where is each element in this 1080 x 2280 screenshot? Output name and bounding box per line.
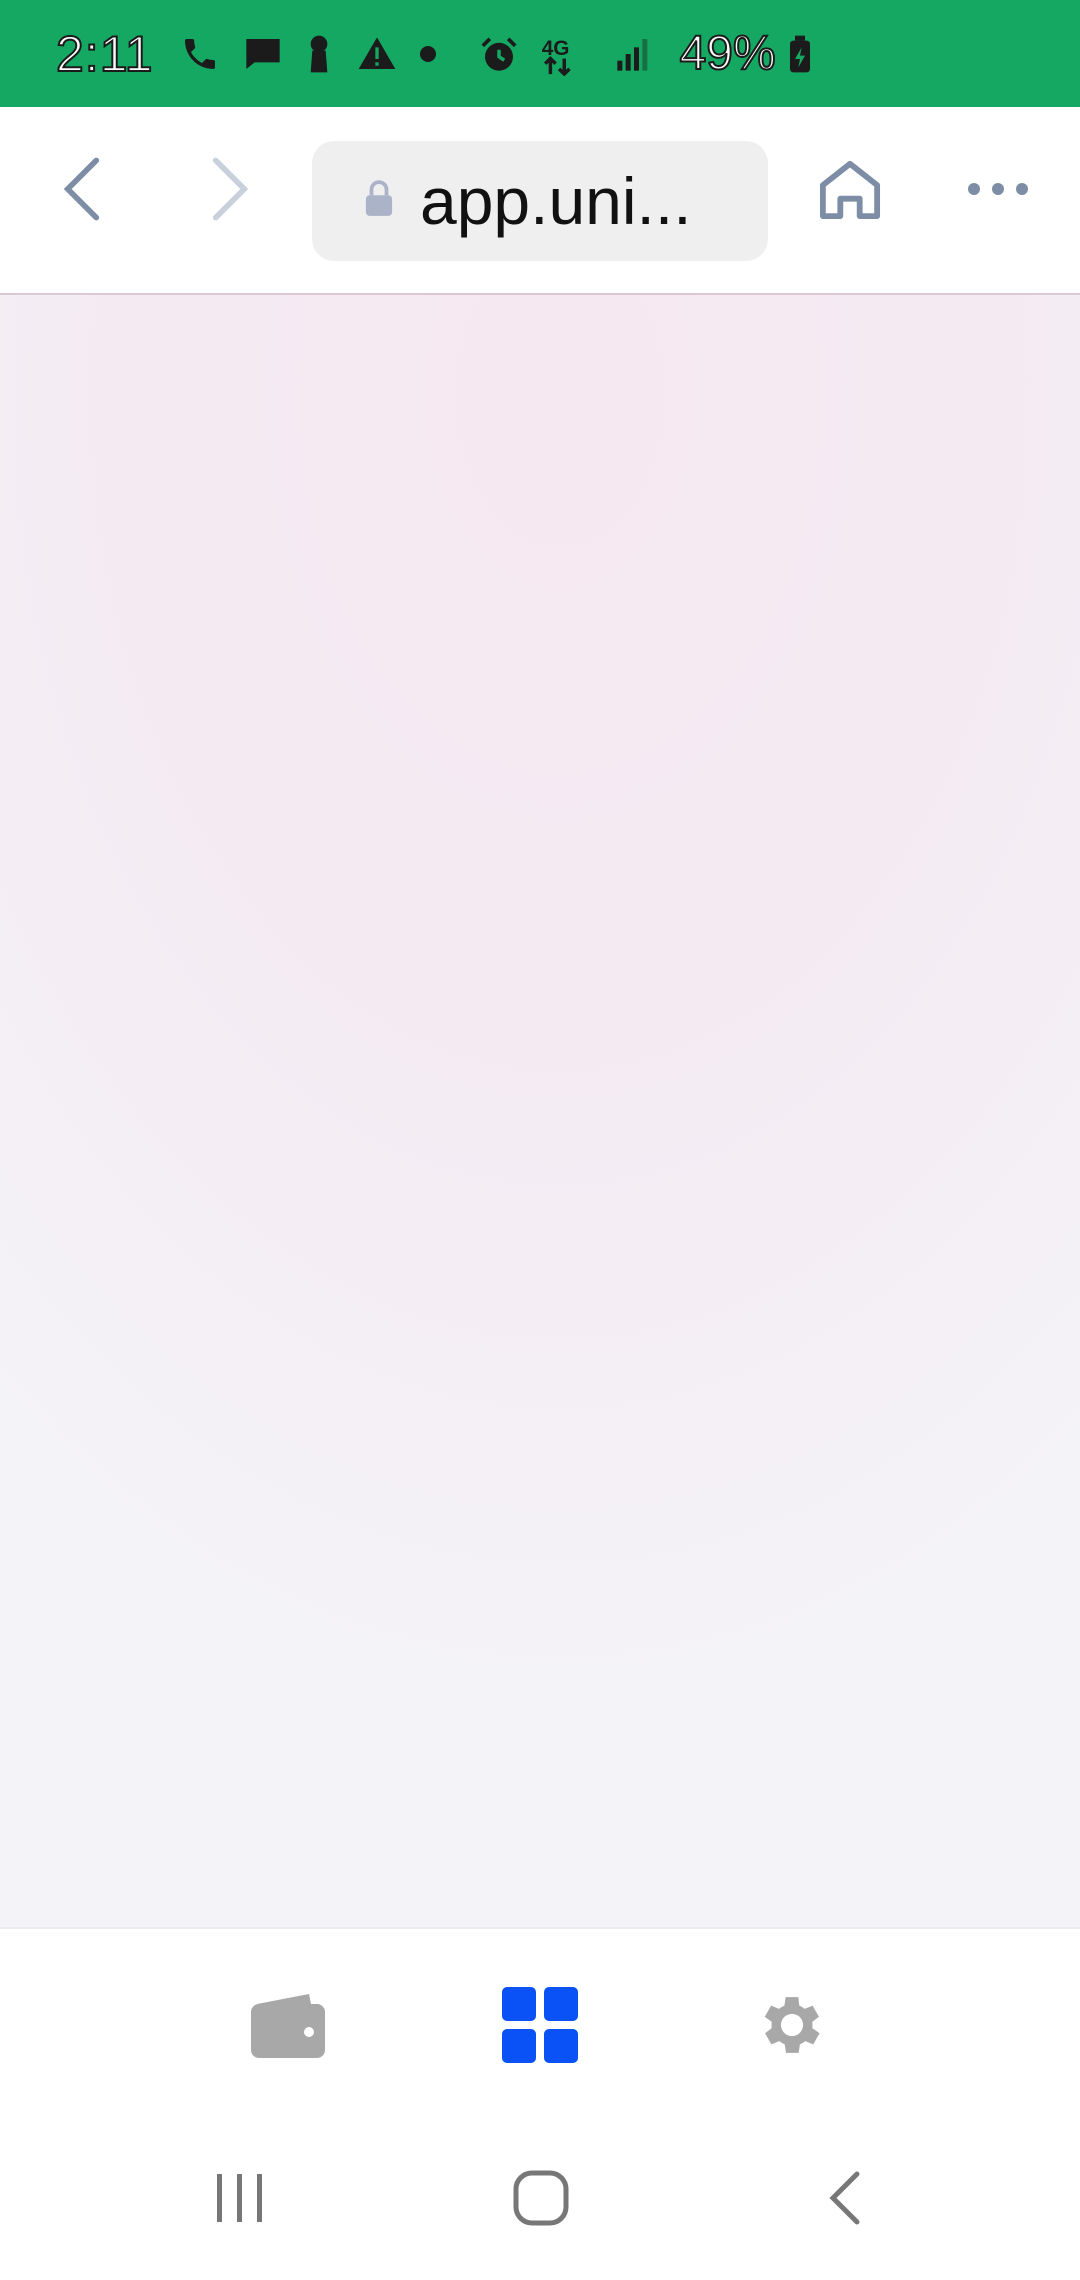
settings-icon bbox=[754, 1987, 830, 2068]
more-icon bbox=[965, 179, 1031, 204]
forward-button[interactable] bbox=[190, 151, 270, 231]
forward-icon bbox=[205, 154, 255, 229]
battery-charging-icon bbox=[786, 34, 814, 74]
status-time: 2:11 bbox=[55, 25, 154, 83]
home-icon bbox=[817, 158, 883, 225]
browser-toolbar: app.uni... bbox=[0, 107, 1080, 295]
message-icon bbox=[242, 34, 282, 74]
recents-icon bbox=[213, 2171, 267, 2230]
url-bar[interactable]: app.uni... bbox=[312, 141, 768, 261]
svg-text:4G: 4G bbox=[541, 37, 569, 60]
status-bar: 2:11 4G 49% bbox=[0, 0, 1080, 107]
phone-icon bbox=[180, 34, 220, 74]
back-nav-button[interactable] bbox=[810, 2165, 880, 2235]
wallet-icon bbox=[249, 1990, 327, 2065]
battery-percentage: 49% bbox=[679, 26, 777, 81]
recents-button[interactable] bbox=[205, 2165, 275, 2235]
signal-icon bbox=[614, 34, 654, 74]
tab-dashboard[interactable] bbox=[500, 1986, 580, 2068]
warning-icon bbox=[356, 34, 396, 74]
web-content-area bbox=[0, 295, 1080, 1927]
back-button[interactable] bbox=[42, 151, 122, 231]
tab-settings[interactable] bbox=[752, 1987, 832, 2067]
alarm-icon bbox=[478, 34, 518, 74]
home-button[interactable] bbox=[810, 151, 890, 231]
tab-wallet[interactable] bbox=[248, 1987, 328, 2067]
dot-icon bbox=[418, 34, 438, 74]
grid-icon bbox=[502, 1986, 578, 2068]
more-button[interactable] bbox=[958, 151, 1038, 231]
back-chevron-icon bbox=[825, 2169, 865, 2232]
back-icon bbox=[57, 154, 107, 229]
keyhole-icon bbox=[304, 34, 334, 74]
lock-icon bbox=[364, 179, 394, 223]
system-navigation-bar bbox=[0, 2117, 1080, 2280]
4g-lte-icon: 4G bbox=[540, 34, 592, 77]
home-nav-button[interactable] bbox=[506, 2165, 576, 2235]
url-text: app.uni... bbox=[420, 164, 692, 238]
bottom-tab-bar bbox=[0, 1927, 1080, 2117]
home-circle-icon bbox=[512, 2169, 570, 2232]
